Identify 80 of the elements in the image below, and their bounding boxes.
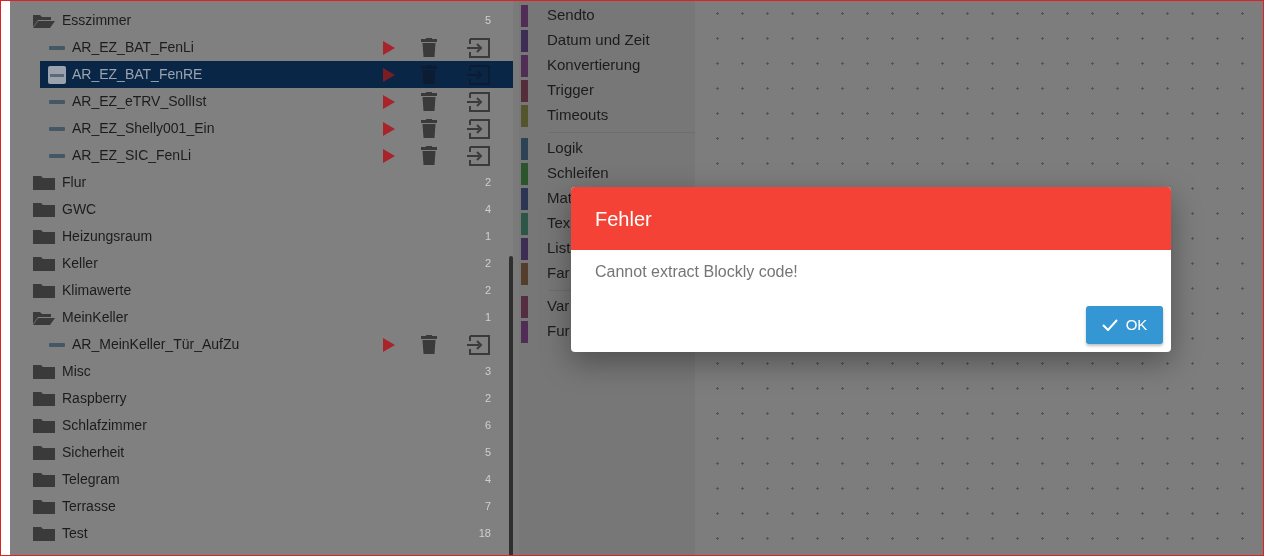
category-item[interactable]: Mat	[547, 187, 572, 210]
run-icon[interactable]	[383, 121, 395, 136]
script-icon	[49, 126, 65, 131]
run-icon[interactable]	[383, 337, 395, 352]
category-item[interactable]: Sendto	[547, 4, 595, 27]
category-item[interactable]: Datum und Zeit	[547, 29, 650, 52]
folder-name: GWC	[62, 200, 98, 219]
script-name: AR_EZ_BAT_FenRE	[72, 65, 204, 84]
folder-name: Raspberry	[62, 389, 128, 408]
delete-icon[interactable]	[421, 335, 437, 354]
ok-button[interactable]: OK	[1086, 306, 1163, 344]
category-item[interactable]: Far	[547, 262, 570, 285]
check-icon	[1101, 319, 1118, 331]
script-row[interactable]: AR_EZ_SIC_FenLi	[40, 142, 513, 169]
item-count: 7	[484, 499, 491, 515]
delete-icon[interactable]	[421, 146, 437, 165]
script-icon	[48, 65, 66, 84]
script-name: AR_EZ_Shelly001_Ein	[72, 119, 216, 138]
script-row[interactable]: AR_EZ_Shelly001_Ein	[40, 115, 513, 142]
export-icon[interactable]	[467, 91, 491, 112]
dialog-title: Fehler	[595, 206, 652, 232]
item-count: 2	[484, 256, 491, 272]
category-item[interactable]: Fur	[547, 320, 570, 343]
item-count: 18	[478, 526, 491, 542]
folder-name: Esszimmer	[62, 11, 133, 30]
category-item[interactable]: Timeouts	[547, 104, 609, 127]
folder-name: Flur	[62, 173, 88, 192]
item-count: 4	[484, 472, 491, 488]
export-icon[interactable]	[467, 334, 491, 355]
folder-name: Sicherheit	[62, 443, 126, 462]
script-row[interactable]: AR_EZ_eTRV_SollIst	[40, 88, 513, 115]
script-row[interactable]: AR_EZ_BAT_FenLi	[40, 34, 513, 61]
item-count: 5	[484, 13, 491, 29]
scrollbar[interactable]	[509, 256, 513, 555]
item-count: 1	[484, 310, 491, 326]
category-item[interactable]: Var	[547, 295, 570, 318]
category-item[interactable]: Schleifen	[547, 162, 609, 185]
folder-name: Klimawerte	[62, 281, 133, 300]
item-count: 2	[484, 175, 491, 191]
script-icon	[49, 99, 65, 104]
item-count: 5	[484, 445, 491, 461]
item-count: 2	[484, 283, 491, 299]
script-name: AR_EZ_BAT_FenLi	[72, 38, 195, 57]
dialog-message: Cannot extract Blockly code!	[594, 262, 799, 282]
run-icon[interactable]	[383, 67, 395, 82]
folder-name: Heizungsraum	[62, 227, 154, 246]
folder-name: Terrasse	[62, 497, 117, 516]
script-name: AR_EZ_eTRV_SollIst	[72, 92, 208, 111]
item-count: 4	[484, 202, 491, 218]
export-icon[interactable]	[467, 37, 491, 58]
item-count: 3	[484, 364, 491, 380]
run-icon[interactable]	[383, 148, 395, 163]
export-icon[interactable]	[467, 145, 491, 166]
run-icon[interactable]	[383, 40, 395, 55]
script-icon	[49, 153, 65, 158]
folder-name: Telegram	[62, 470, 121, 489]
script-row[interactable]: AR_MeinKeller_Tür_AufZu	[40, 331, 513, 358]
run-icon[interactable]	[383, 94, 395, 109]
category-item[interactable]: Logik	[547, 137, 583, 160]
category-item[interactable]: Konvertierung	[547, 54, 641, 77]
folder-name: Test	[62, 524, 89, 543]
category-item[interactable]: List	[547, 237, 571, 260]
delete-icon[interactable]	[421, 92, 437, 111]
script-icon	[49, 45, 65, 50]
folder-name: MeinKeller	[62, 308, 130, 327]
folder-name: Schlafzimmer	[62, 416, 148, 435]
script-name: AR_MeinKeller_Tür_AufZu	[72, 335, 241, 354]
item-count: 6	[484, 418, 491, 434]
script-row[interactable]: AR_EZ_BAT_FenRE	[40, 61, 513, 88]
script-name: AR_EZ_SIC_FenLi	[72, 146, 193, 165]
script-icon	[49, 342, 65, 347]
export-icon[interactable]	[467, 118, 491, 139]
delete-icon[interactable]	[421, 119, 437, 138]
folder-name: Misc	[62, 362, 92, 381]
item-count: 1	[484, 229, 491, 245]
category-item[interactable]: Trigger	[547, 79, 594, 102]
delete-icon[interactable]	[421, 38, 437, 57]
item-count: 2	[484, 391, 491, 407]
category-item[interactable]: Tex	[547, 212, 571, 235]
folder-name: Keller	[62, 254, 99, 273]
